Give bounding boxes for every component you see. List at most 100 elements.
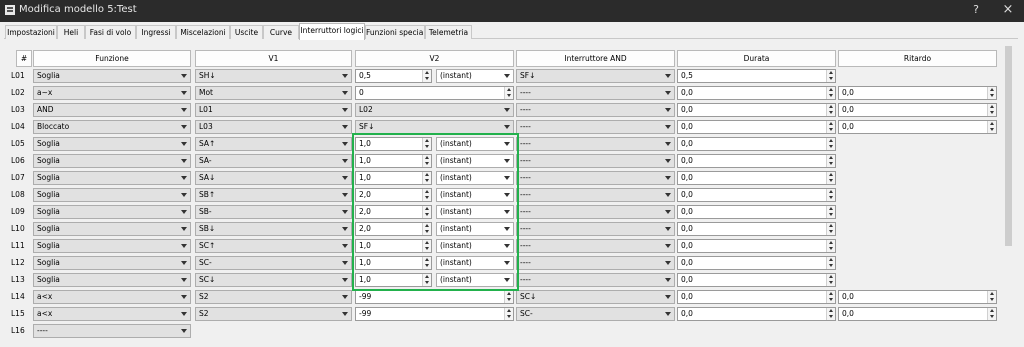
v1-select[interactable]: SA↓ [195,171,352,185]
durata-spin[interactable]: 0,0 [677,205,836,219]
v2-value-spin[interactable]: 1,0 [355,154,432,168]
ritardo-spin[interactable]: 0,0 [838,120,997,134]
funzione-select[interactable]: Soglia [33,239,191,253]
spin-buttons[interactable] [504,87,513,99]
ritardo-spin[interactable]: 0,0 [838,86,997,100]
spin-buttons[interactable] [422,70,431,82]
tab-ingressi[interactable]: Ingressi [136,25,176,39]
spin-buttons[interactable] [422,223,431,235]
v2-value-spin[interactable]: 2,0 [355,222,432,236]
v2-unit-select[interactable]: (instant) [436,256,514,270]
funzione-select[interactable]: Soglia [33,273,191,287]
v2-value-spin[interactable]: 1,0 [355,137,432,151]
funzione-select[interactable]: Soglia [33,69,191,83]
spin-buttons[interactable] [987,291,996,303]
and-switch-select[interactable]: ---- [516,239,675,253]
v2-value-spin[interactable]: 0,5 [355,69,432,83]
v2-unit-select[interactable]: (instant) [436,188,514,202]
durata-spin[interactable]: 0,0 [677,171,836,185]
ritardo-spin[interactable]: 0,0 [838,290,997,304]
v1-select[interactable]: L03 [195,120,352,134]
funzione-select[interactable]: Soglia [33,154,191,168]
v1-select[interactable]: SA- [195,154,352,168]
spin-buttons[interactable] [826,104,835,116]
durata-spin[interactable]: 0,0 [677,120,836,134]
v1-select[interactable]: Mot [195,86,352,100]
spin-buttons[interactable] [422,138,431,150]
spin-buttons[interactable] [826,274,835,286]
tab-fasi-di-volo[interactable]: Fasi di volo [85,25,136,39]
spin-buttons[interactable] [987,104,996,116]
funzione-select[interactable]: a<x [33,290,191,304]
v1-select[interactable]: SB- [195,205,352,219]
and-switch-select[interactable]: SC↓ [516,290,675,304]
v2-select[interactable]: SF↓ [355,120,514,134]
v1-select[interactable]: SB↓ [195,222,352,236]
durata-spin[interactable]: 0,0 [677,137,836,151]
spin-buttons[interactable] [826,70,835,82]
spin-buttons[interactable] [826,87,835,99]
and-switch-select[interactable]: ---- [516,188,675,202]
spin-buttons[interactable] [987,121,996,133]
v1-select[interactable]: L01 [195,103,352,117]
spin-buttons[interactable] [504,291,513,303]
v2-unit-select[interactable]: (instant) [436,154,514,168]
v2-unit-select[interactable]: (instant) [436,137,514,151]
spin-buttons[interactable] [826,138,835,150]
v1-select[interactable]: SB↑ [195,188,352,202]
and-switch-select[interactable]: SC- [516,307,675,321]
vertical-scrollbar[interactable] [1003,42,1014,347]
spin-buttons[interactable] [422,172,431,184]
spin-buttons[interactable] [422,206,431,218]
spin-buttons[interactable] [826,189,835,201]
durata-spin[interactable]: 0,0 [677,256,836,270]
v2-value-spin[interactable]: 2,0 [355,205,432,219]
tab-uscite[interactable]: Uscite [230,25,263,39]
durata-spin[interactable]: 0,5 [677,69,836,83]
v2-unit-select[interactable]: (instant) [436,171,514,185]
tab-funzioni-speciali[interactable]: Funzioni speciali [365,25,425,39]
durata-spin[interactable]: 0,0 [677,307,836,321]
v1-select[interactable]: SA↑ [195,137,352,151]
and-switch-select[interactable]: ---- [516,171,675,185]
tab-curve[interactable]: Curve [263,25,299,39]
funzione-select[interactable]: AND [33,103,191,117]
spin-buttons[interactable] [422,189,431,201]
spin-buttons[interactable] [422,257,431,269]
and-switch-select[interactable]: ---- [516,137,675,151]
durata-spin[interactable]: 0,0 [677,103,836,117]
spin-buttons[interactable] [422,274,431,286]
v1-select[interactable]: SC- [195,256,352,270]
v2-value-spin[interactable]: 1,0 [355,256,432,270]
v1-select[interactable]: S2 [195,290,352,304]
tab-telemetria[interactable]: Telemetria [425,25,472,39]
spin-buttons[interactable] [987,87,996,99]
v2-select[interactable]: L02 [355,103,514,117]
v2-value-spin[interactable]: 1,0 [355,239,432,253]
v2-unit-select[interactable]: (instant) [436,273,514,287]
v1-select[interactable]: SC↓ [195,273,352,287]
v2-value-spin[interactable]: 0 [355,86,514,100]
v2-unit-select[interactable]: (instant) [436,69,514,83]
v2-unit-select[interactable]: (instant) [436,205,514,219]
and-switch-select[interactable]: ---- [516,86,675,100]
and-switch-select[interactable]: ---- [516,273,675,287]
durata-spin[interactable]: 0,0 [677,222,836,236]
spin-buttons[interactable] [826,172,835,184]
spin-buttons[interactable] [826,257,835,269]
v2-value-spin[interactable]: 1,0 [355,273,432,287]
and-switch-select[interactable]: ---- [516,205,675,219]
funzione-select[interactable]: Bloccato [33,120,191,134]
spin-buttons[interactable] [826,206,835,218]
funzione-select[interactable]: a~x [33,86,191,100]
v1-select[interactable]: S2 [195,307,352,321]
and-switch-select[interactable]: ---- [516,120,675,134]
funzione-select[interactable]: Soglia [33,222,191,236]
spin-buttons[interactable] [504,308,513,320]
and-switch-select[interactable]: ---- [516,154,675,168]
funzione-select[interactable]: Soglia [33,256,191,270]
durata-spin[interactable]: 0,0 [677,188,836,202]
and-switch-select[interactable]: ---- [516,103,675,117]
v1-select[interactable]: SH↓ [195,69,352,83]
and-switch-select[interactable]: ---- [516,222,675,236]
